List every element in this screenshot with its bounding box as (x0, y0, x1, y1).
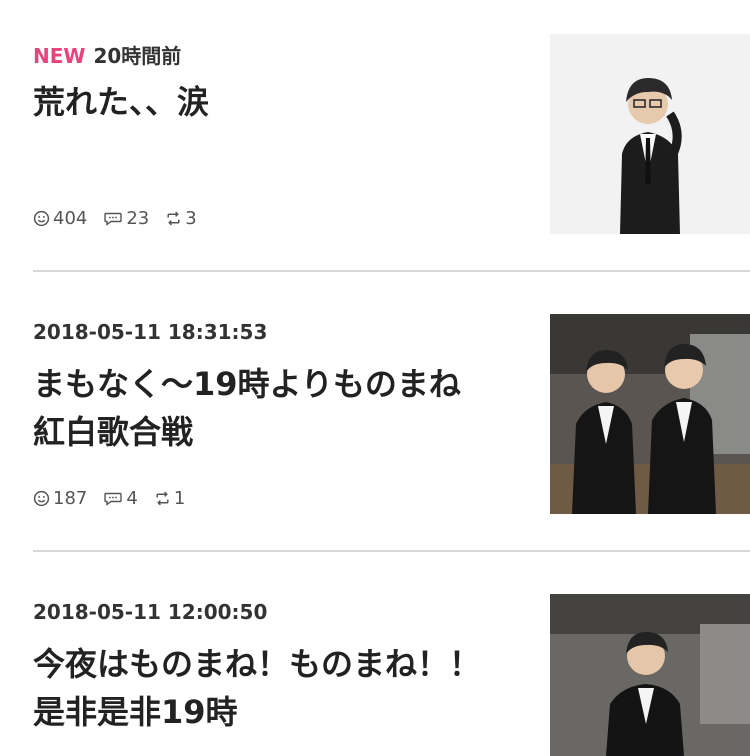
blog-entry[interactable]: 2018-05-11 18:31:53 まもなく〜19時よりものまね 紅白歌合戦… (0, 272, 750, 552)
entry-title-line: まもなく〜19時よりものまね (33, 365, 461, 403)
new-badge: NEW (33, 44, 86, 68)
person-in-suit-photo (550, 34, 750, 234)
comment-bubble-icon (104, 212, 123, 226)
entry-title[interactable]: 荒れた、、涙 (33, 78, 209, 126)
entry-meta: NEW 20時間前 (33, 40, 181, 69)
entry-title-line: 荒れた、、涙 (33, 83, 210, 121)
blog-entry-feed: NEW 20時間前 荒れた、、涙 404 23 3 2018-05-11 18:… (0, 0, 750, 756)
entry-meta: 2018-05-11 12:00:50 (33, 600, 267, 624)
two-people-backstage-photo (550, 314, 750, 514)
entry-thumbnail[interactable] (550, 594, 750, 756)
reblog-count: 1 (154, 488, 185, 509)
entry-title[interactable]: まもなく〜19時よりものまね 紅白歌合戦 (33, 360, 461, 456)
reblog-icon (156, 491, 169, 506)
blog-entry[interactable]: 2018-05-11 12:00:50 今夜はものまね！ものまね！！ 是非是非1… (0, 552, 750, 756)
entry-date: 2018-05-11 12:00:50 (33, 600, 268, 624)
entry-date: 2018-05-11 18:31:53 (33, 320, 268, 344)
entry-stats: 187 4 1 (33, 488, 201, 509)
comment-count: 4 (103, 488, 138, 509)
entry-title-line: 今夜はものまね！ものまね！！ (33, 645, 482, 683)
smiley-icon (33, 490, 50, 507)
comment-count: 23 (103, 208, 149, 229)
reblog-icon (167, 211, 180, 226)
person-backstage-photo (550, 594, 750, 756)
comment-bubble-icon (104, 492, 123, 506)
entry-date: 20時間前 (93, 44, 182, 68)
reblog-count: 3 (165, 208, 197, 229)
like-count: 404 (33, 208, 87, 229)
entry-title-line: 紅白歌合戦 (33, 413, 194, 451)
entry-meta: 2018-05-11 18:31:53 (33, 320, 267, 344)
like-count: 187 (33, 488, 87, 509)
entry-thumbnail[interactable] (550, 314, 750, 514)
entry-thumbnail[interactable] (550, 34, 750, 234)
smiley-icon (33, 210, 50, 227)
entry-stats: 404 23 3 (33, 208, 213, 229)
entry-title-line: 是非是非19時 (33, 693, 238, 731)
blog-entry[interactable]: NEW 20時間前 荒れた、、涙 404 23 3 (0, 0, 750, 272)
entry-title[interactable]: 今夜はものまね！ものまね！！ 是非是非19時 (33, 640, 481, 736)
